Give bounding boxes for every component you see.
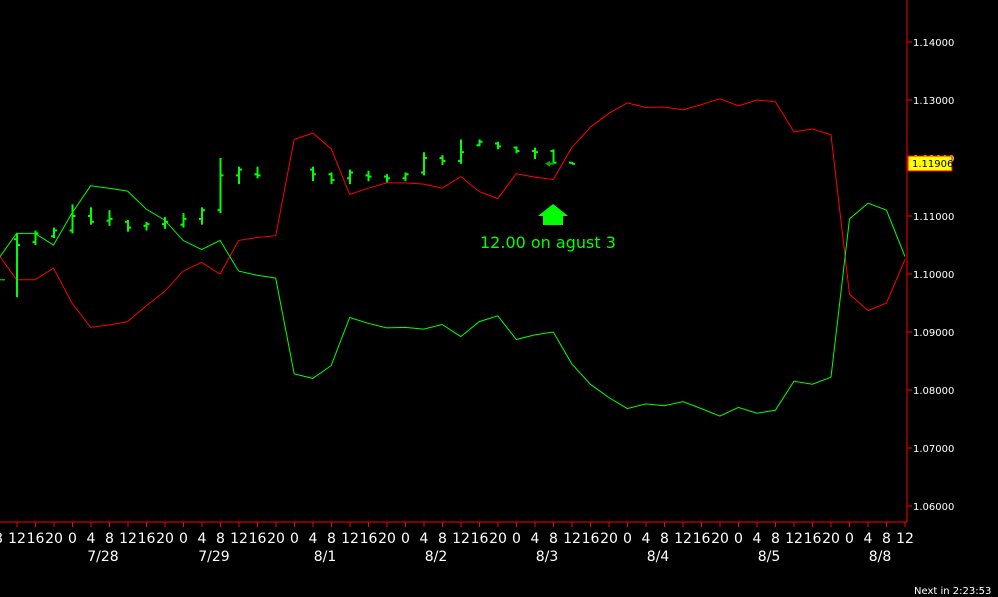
price-tick-label: 1.09000 xyxy=(913,328,954,339)
hour-tick-label: 20 xyxy=(156,531,174,547)
current-price-label: 1.11906 xyxy=(912,159,953,170)
hour-tick-label: 16 xyxy=(360,531,378,547)
hour-tick-label: 12 xyxy=(452,531,470,547)
date-tick-label: 8/8 xyxy=(869,549,892,565)
price-tick-label: 1.08000 xyxy=(913,386,954,397)
date-tick-label: 8/3 xyxy=(536,549,559,565)
hour-tick-label: 8 xyxy=(327,531,336,547)
date-tick-label: 7/28 xyxy=(87,549,118,565)
hour-tick-label: 0 xyxy=(179,531,188,547)
date-tick-label: 8/2 xyxy=(425,549,448,565)
hour-tick-label: 12 xyxy=(896,531,914,547)
chart-background xyxy=(0,0,998,597)
hour-tick-label: 8 xyxy=(660,531,669,547)
hour-tick-label: 0 xyxy=(734,531,743,547)
price-tick-label: 1.13000 xyxy=(913,96,954,107)
price-chart[interactable]: 1.140001.130001.120001.110001.100001.090… xyxy=(0,0,998,597)
hour-tick-label: 8 xyxy=(0,531,3,547)
current-price-marker: 1.11906 xyxy=(907,155,953,172)
hour-tick-label: 4 xyxy=(864,531,873,547)
hour-tick-label: 0 xyxy=(401,531,410,547)
hour-tick-label: 20 xyxy=(267,531,285,547)
hour-tick-label: 4 xyxy=(420,531,429,547)
hour-tick-label: 12 xyxy=(8,531,26,547)
hour-tick-label: 12 xyxy=(785,531,803,547)
hour-tick-label: 0 xyxy=(290,531,299,547)
hour-tick-label: 20 xyxy=(378,531,396,547)
hour-tick-label: 4 xyxy=(531,531,540,547)
hour-tick-label: 20 xyxy=(489,531,507,547)
hour-tick-label: 8 xyxy=(771,531,780,547)
hour-tick-label: 8 xyxy=(105,531,114,547)
hour-tick-label: 4 xyxy=(309,531,318,547)
next-bar-countdown: Next in 2:23:53 xyxy=(914,586,991,597)
date-tick-label: 8/5 xyxy=(758,549,781,565)
hour-tick-label: 20 xyxy=(822,531,840,547)
hour-tick-label: 4 xyxy=(87,531,96,547)
hour-tick-label: 16 xyxy=(693,531,711,547)
hour-tick-label: 4 xyxy=(198,531,207,547)
hour-tick-label: 0 xyxy=(623,531,632,547)
hour-tick-label: 12 xyxy=(563,531,581,547)
hour-tick-label: 12 xyxy=(674,531,692,547)
hour-tick-label: 0 xyxy=(512,531,521,547)
hour-tick-label: 8 xyxy=(882,531,891,547)
date-tick-label: 8/1 xyxy=(314,549,337,565)
hour-tick-label: 16 xyxy=(804,531,822,547)
hour-tick-label: 8 xyxy=(216,531,225,547)
price-tick-label: 1.14000 xyxy=(913,38,954,49)
hour-tick-label: 16 xyxy=(249,531,267,547)
hour-tick-label: 16 xyxy=(27,531,45,547)
hour-tick-label: 8 xyxy=(549,531,558,547)
hour-tick-label: 16 xyxy=(582,531,600,547)
hour-tick-label: 4 xyxy=(642,531,651,547)
price-tick-label: 1.07000 xyxy=(913,444,954,455)
hour-tick-label: 20 xyxy=(45,531,63,547)
price-tick-label: 1.10000 xyxy=(913,270,954,281)
hour-tick-label: 16 xyxy=(471,531,489,547)
date-tick-label: 7/29 xyxy=(198,549,229,565)
hour-tick-label: 4 xyxy=(753,531,762,547)
hour-tick-label: 8 xyxy=(438,531,447,547)
hour-tick-label: 12 xyxy=(230,531,248,547)
annotation-label: 12.00 on agust 3 xyxy=(480,233,616,252)
date-tick-label: 8/4 xyxy=(647,549,670,565)
price-tick-label: 1.11000 xyxy=(913,212,954,223)
hour-tick-label: 20 xyxy=(711,531,729,547)
hour-tick-label: 12 xyxy=(341,531,359,547)
hour-tick-label: 20 xyxy=(600,531,618,547)
hour-tick-label: 16 xyxy=(138,531,156,547)
hour-tick-label: 12 xyxy=(119,531,137,547)
price-tick-label: 1.06000 xyxy=(913,502,954,513)
hour-tick-label: 0 xyxy=(845,531,854,547)
hour-tick-label: 0 xyxy=(68,531,77,547)
